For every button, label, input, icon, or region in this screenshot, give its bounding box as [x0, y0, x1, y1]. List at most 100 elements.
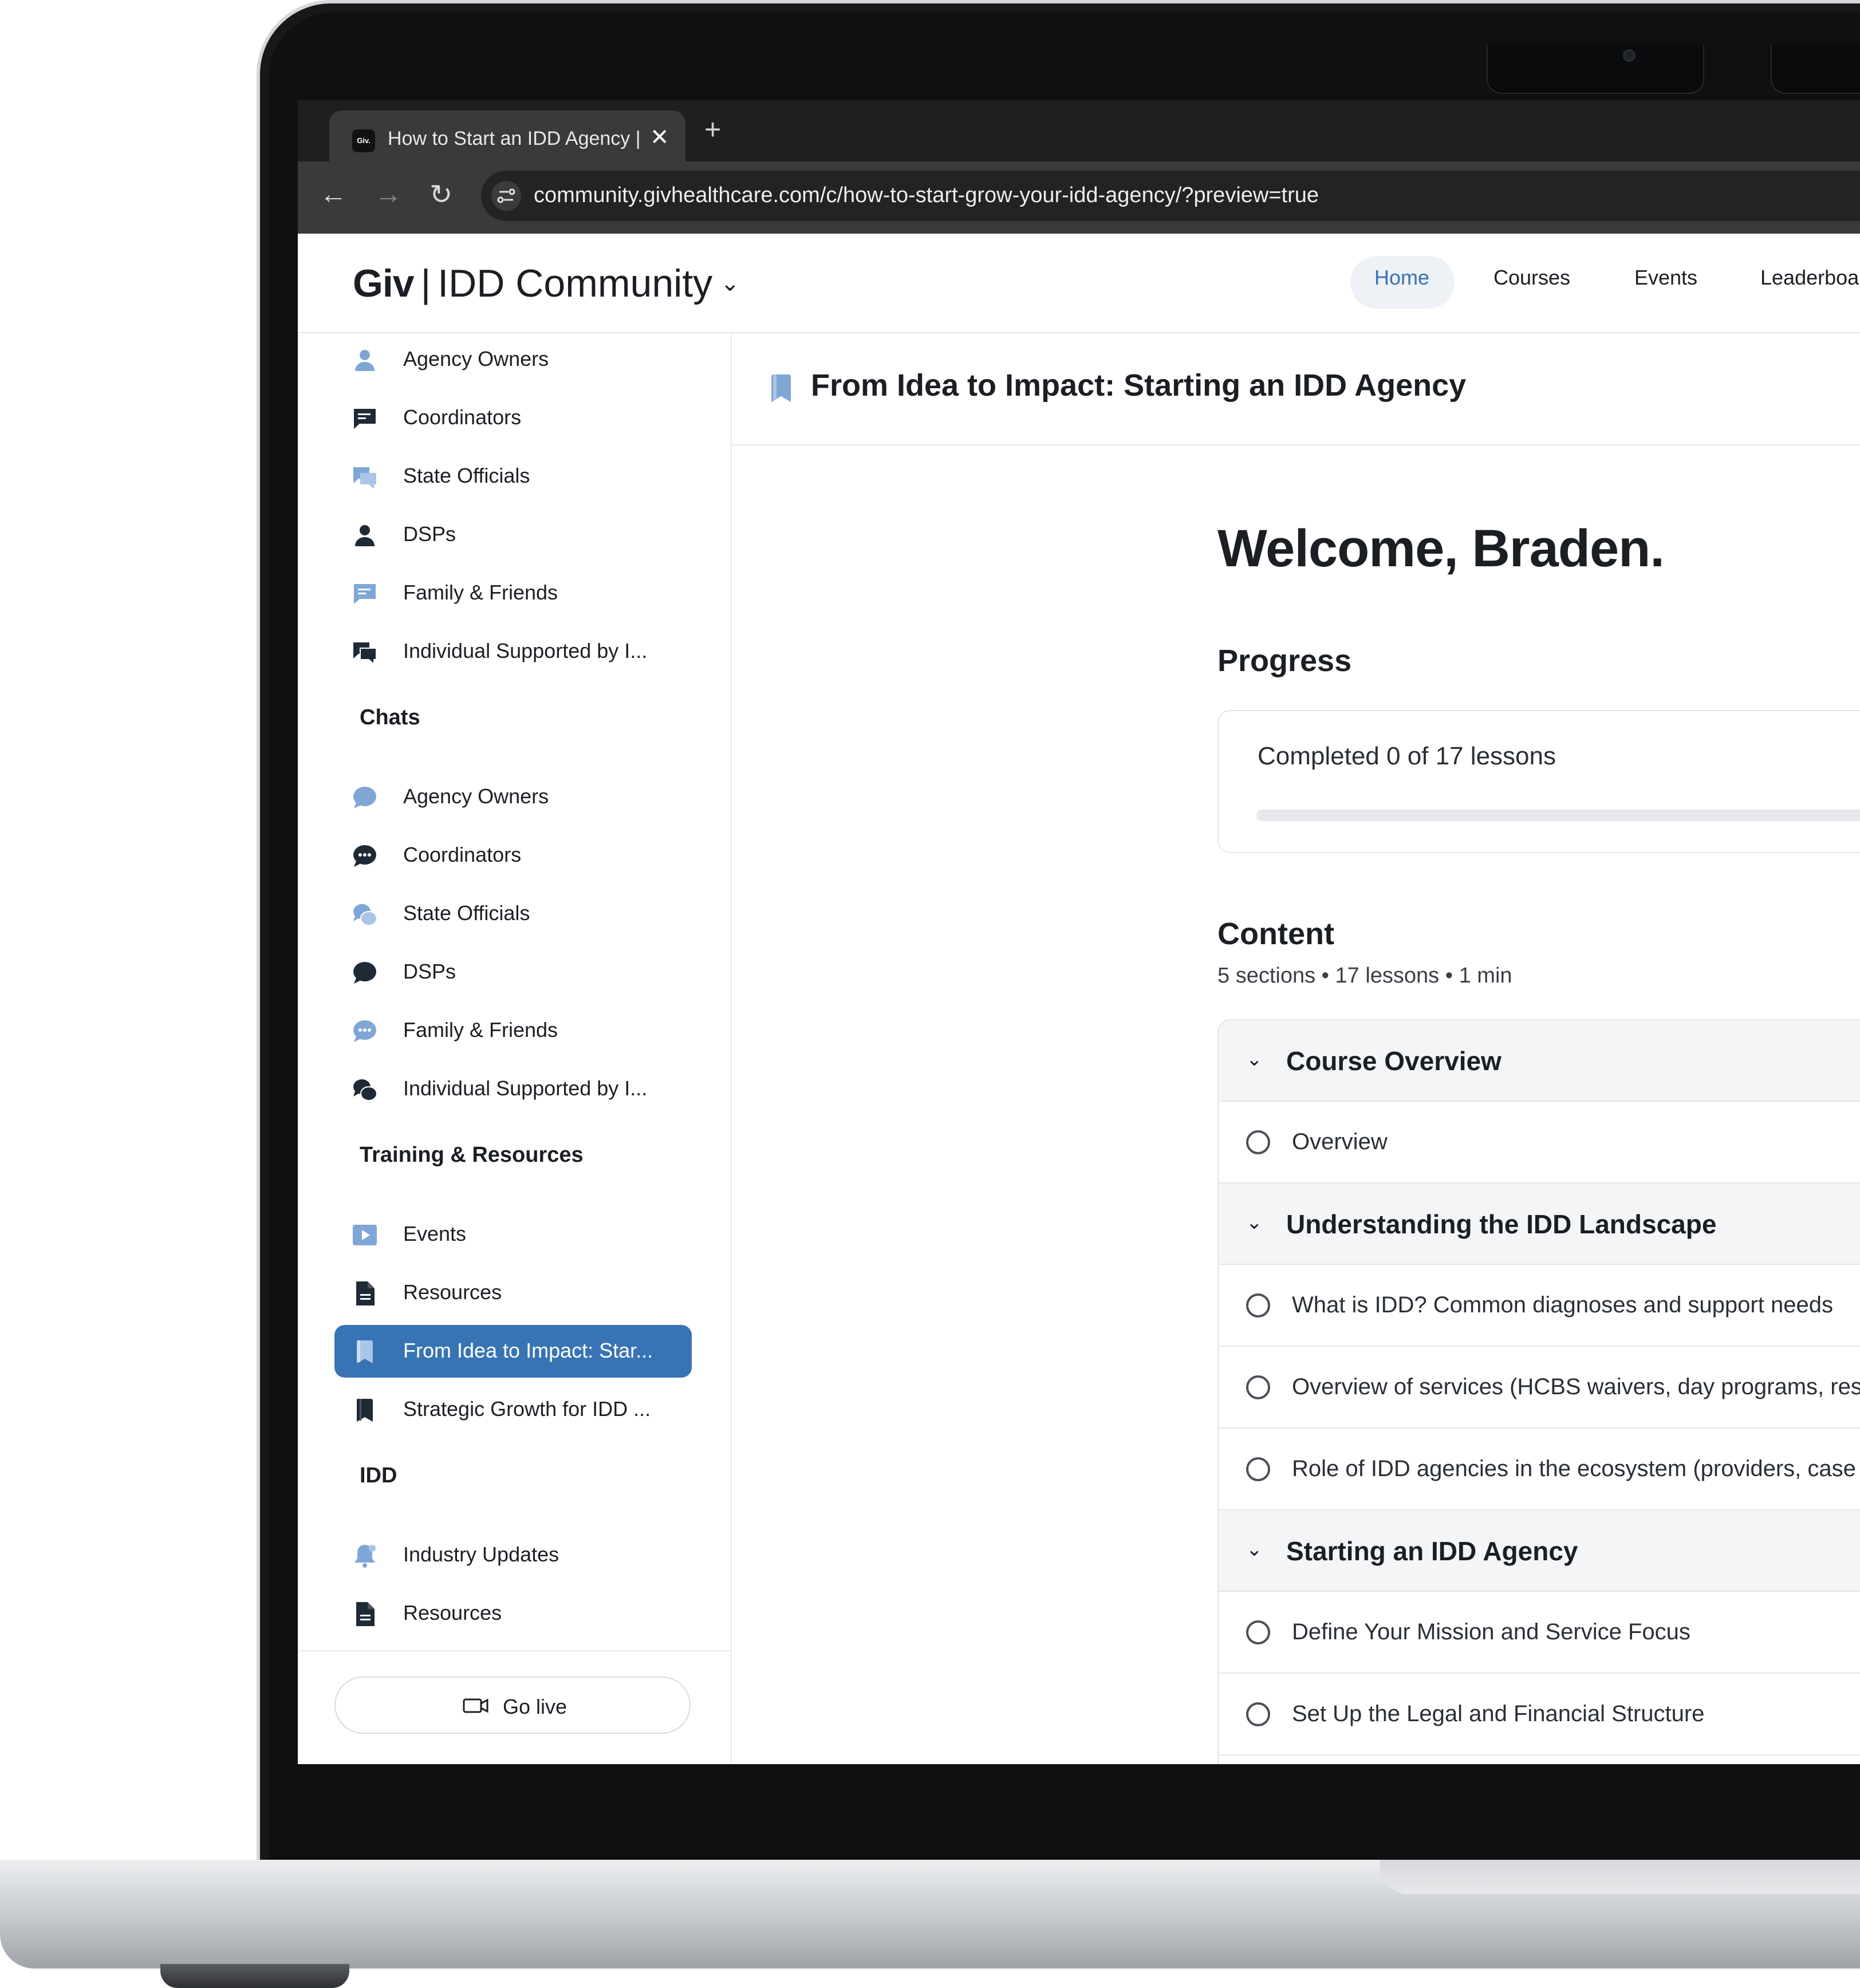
lesson-incomplete-circle-icon [1246, 1130, 1270, 1154]
tab-close-icon[interactable]: ✕ [650, 124, 669, 151]
space-title: From Idea to Impact: Starting an IDD Age… [811, 368, 1467, 403]
brand-separator: | [420, 262, 431, 305]
laptop-base-lip [1380, 1860, 1860, 1894]
lesson-row[interactable]: Set Up the Legal and Financial Structure [1219, 1674, 1860, 1756]
section-title: Understanding the IDD Landscape [1286, 1209, 1717, 1239]
sidebar-chat-dsps[interactable]: DSPs [334, 946, 692, 999]
nav-events[interactable]: Events [1634, 266, 1697, 290]
sidebar-item-label: Resources [403, 1601, 502, 1624]
section-title: Course Overview [1286, 1046, 1502, 1076]
sidebar-chat-coordinators[interactable]: Coordinators [334, 829, 692, 882]
sidebar-item-label: Family & Friends [403, 1018, 558, 1042]
lesson-title: Set Up the Legal and Financial Structure [1292, 1701, 1705, 1726]
book-icon [771, 374, 791, 402]
go-live-button[interactable]: Go live [334, 1677, 691, 1734]
go-live-label: Go live [503, 1695, 568, 1718]
forward-arrow-icon[interactable]: → [375, 179, 402, 210]
community-brand[interactable]: Giv | IDD Community [353, 261, 712, 306]
sidebar-item-events[interactable]: Events [334, 1208, 692, 1261]
chevron-down-icon[interactable]: ⌄ [720, 270, 740, 297]
sidebar-item-label: Events [403, 1222, 467, 1245]
sidebar-chat-state-officials[interactable]: State Officials [334, 888, 692, 940]
sidebar-item-label: From Idea to Impact: Star... [403, 1339, 653, 1362]
back-arrow-icon[interactable]: ← [320, 179, 347, 210]
nav-home[interactable]: Home [1374, 266, 1429, 290]
sidebar-item-agency-owners[interactable]: Agency Owners [334, 333, 692, 386]
chevron-down-icon: ⌄ [1246, 1212, 1263, 1233]
sidebar-item-resources[interactable]: Resources [334, 1267, 692, 1319]
site-info-icon[interactable] [491, 181, 521, 211]
sidebar-item-label: Individual Supported by I... [403, 639, 648, 662]
progress-text: Completed 0 of 17 lessons [1258, 742, 1556, 770]
sidebar-item-state-officials[interactable]: State Officials [334, 450, 692, 503]
message-square-icon [354, 409, 376, 429]
sidebar-item-label: State Officials [403, 901, 530, 925]
video-play-icon [353, 1225, 377, 1245]
lesson-row[interactable]: Overview of services (HCBS waivers, day … [1219, 1347, 1860, 1429]
chat-bubble-dots-icon [353, 1020, 376, 1042]
chat-bubbles-icon [353, 642, 377, 665]
nav-leaderboard[interactable]: Leaderboa [1760, 266, 1859, 290]
document-icon [356, 1602, 375, 1626]
section-title: Starting an IDD Agency [1286, 1536, 1578, 1566]
bell-icon [354, 1545, 376, 1568]
laptop-foot [160, 1964, 349, 1988]
lesson-incomplete-circle-icon [1246, 1375, 1270, 1399]
sidebar-item-label: Industry Updates [403, 1543, 559, 1566]
person-icon [355, 525, 375, 546]
browser-tab-strip: Giv. How to Start an IDD Agency | ✕ + [298, 100, 1860, 161]
address-bar[interactable]: community.givhealthcare.com/c/how-to-sta… [481, 171, 1860, 221]
chevron-down-icon: ⌄ [1246, 1048, 1263, 1070]
sidebar-chat-individual-supported[interactable]: Individual Supported by I... [334, 1063, 692, 1115]
lesson-title: Define Your Mission and Service Focus [1292, 1619, 1690, 1644]
lesson-title: What is IDD? Common diagnoses and suppor… [1292, 1292, 1833, 1318]
content-meta: 5 sections • 17 lessons • 1 min [1217, 964, 1512, 988]
sidebar-item-industry-updates[interactable]: Industry Updates [334, 1529, 692, 1581]
chat-bubble-dots-icon [353, 845, 376, 867]
section-header[interactable]: ⌄ Understanding the IDD Landscape [1219, 1184, 1860, 1265]
browser-toolbar: ← → ↻ community.givhealthcare.com/c/how-… [298, 161, 1860, 234]
sidebar-item-label: Agency Owners [403, 347, 549, 370]
sidebar-item-dsps[interactable]: DSPs [334, 508, 692, 561]
sidebar-item-label: Individual Supported by I... [403, 1076, 648, 1100]
lesson-title: Overview of services (HCBS waivers, day … [1292, 1374, 1860, 1399]
lesson-row[interactable]: Overview [1219, 1102, 1860, 1184]
reload-icon[interactable]: ↻ [429, 179, 452, 211]
laptop-screen: Giv. How to Start an IDD Agency | ✕ + ← … [298, 100, 1860, 1764]
chat-bubbles-icon [353, 467, 376, 489]
nav-courses[interactable]: Courses [1493, 266, 1570, 290]
person-icon [355, 350, 375, 371]
browser-tab[interactable]: Giv. How to Start an IDD Agency | ✕ [329, 111, 685, 161]
chat-bubble-icon [353, 962, 376, 984]
sidebar-item-idd-resources[interactable]: Resources [334, 1587, 692, 1640]
lesson-row[interactable]: What is IDD? Common diagnoses and suppor… [1219, 1265, 1860, 1347]
notch-edge [1771, 45, 1860, 94]
lesson-row[interactable]: Define Your Mission and Service Focus [1219, 1592, 1860, 1674]
sidebar-item-label: Family & Friends [403, 581, 558, 604]
new-tab-icon[interactable]: + [704, 113, 721, 146]
section-header[interactable]: ⌄ Starting an IDD Agency [1219, 1510, 1860, 1592]
message-square-icon [354, 584, 376, 604]
giv-favicon-icon: Giv. [352, 129, 375, 152]
sidebar-item-label: DSPs [403, 522, 456, 546]
space-header: From Idea to Impact: Starting an IDD Age… [732, 333, 1860, 445]
chevron-down-icon: ⌄ [1246, 1539, 1263, 1560]
course-content-list: ⌄ Course Overview Overview ⌄ Understandi… [1217, 1019, 1860, 1764]
sidebar-item-individual-supported[interactable]: Individual Supported by I... [334, 625, 692, 678]
sidebar: Agency Owners Coordinators State Officia… [298, 333, 732, 1764]
sidebar-item-label: Agency Owners [403, 784, 549, 808]
sidebar-item-coordinators[interactable]: Coordinators [334, 392, 692, 444]
progress-heading: Progress [1217, 644, 1352, 678]
content-heading: Content [1217, 917, 1334, 951]
sidebar-item-family-friends[interactable]: Family & Friends [334, 567, 692, 620]
sidebar-chat-family-friends[interactable]: Family & Friends [334, 1004, 692, 1057]
sidebar-heading-idd: IDD [360, 1464, 397, 1488]
sidebar-chat-agency-owners[interactable]: Agency Owners [334, 771, 692, 823]
lesson-incomplete-circle-icon [1246, 1457, 1270, 1481]
section-header[interactable]: ⌄ Course Overview [1219, 1020, 1860, 1102]
sidebar-item-label: State Officials [403, 464, 530, 487]
sidebar-heading-chats: Chats [360, 705, 420, 729]
sidebar-item-from-idea-to-impact[interactable]: From Idea to Impact: Star... [334, 1325, 692, 1378]
sidebar-item-strategic-growth[interactable]: Strategic Growth for IDD ... [334, 1383, 692, 1436]
lesson-row[interactable]: Role of IDD agencies in the ecosystem (p… [1219, 1429, 1860, 1510]
